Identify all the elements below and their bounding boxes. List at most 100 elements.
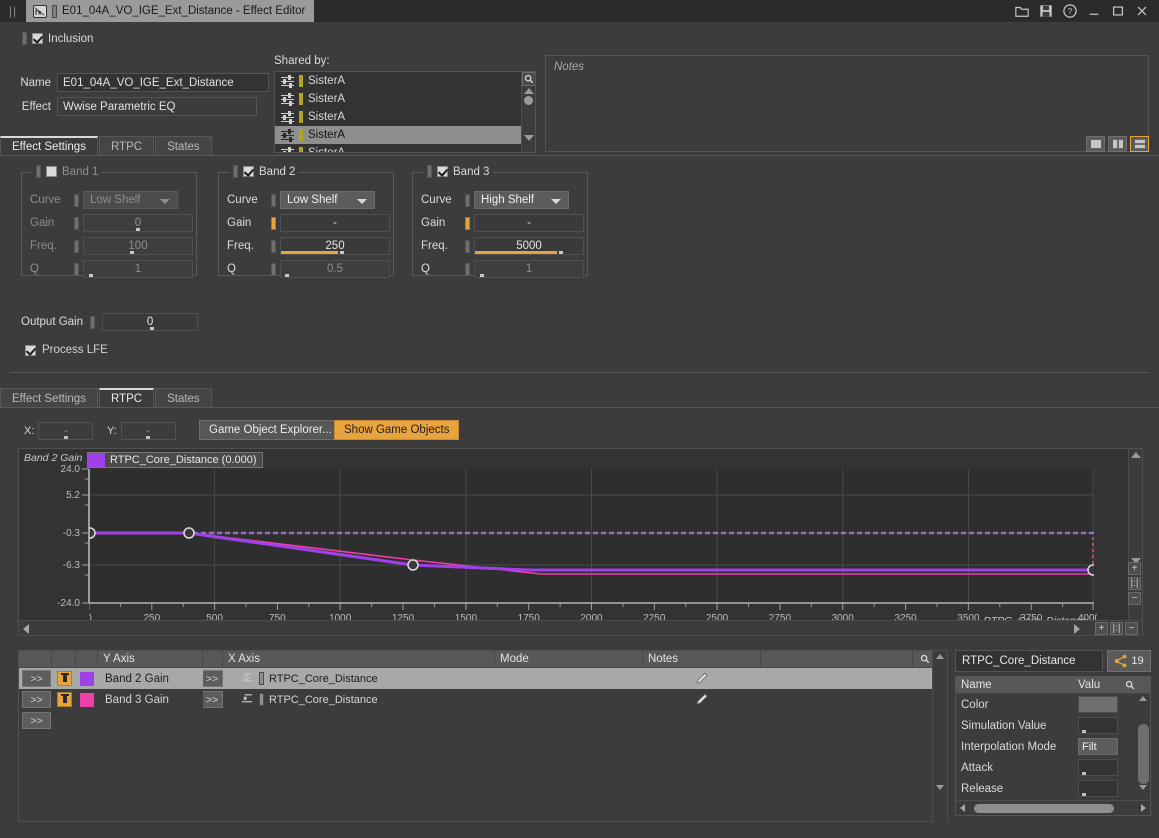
list-item[interactable]: SisterA bbox=[275, 72, 535, 90]
scrollbar-thumb[interactable] bbox=[1138, 724, 1149, 784]
curve-color-swatch[interactable] bbox=[80, 671, 94, 686]
rtpc-graph[interactable]: Band 2 Gain RTPC_Core_Distance (0.000) 2… bbox=[18, 448, 1143, 635]
show-game-objects-button[interactable]: Show Game Objects bbox=[334, 420, 460, 440]
property-slider-value[interactable] bbox=[1078, 759, 1118, 776]
table-row[interactable]: >> bbox=[19, 710, 947, 731]
layout-vertical-split-button[interactable] bbox=[1108, 136, 1127, 152]
scroll-left-arrow[interactable] bbox=[23, 624, 29, 634]
band-1-gain-input[interactable]: 0 bbox=[83, 214, 193, 232]
property-row[interactable]: Attack bbox=[956, 757, 1150, 778]
band-3-rtpc-indicator[interactable] bbox=[427, 165, 432, 178]
save-icon[interactable] bbox=[1039, 4, 1053, 18]
property-slider-value[interactable] bbox=[1078, 717, 1118, 734]
scroll-right-arrow[interactable] bbox=[1074, 624, 1080, 634]
band-2-curve-select[interactable]: Low Shelf bbox=[280, 191, 375, 209]
pin-icon[interactable] bbox=[56, 671, 72, 686]
search-icon[interactable] bbox=[522, 72, 535, 86]
tab-effect-settings[interactable]: Effect Settings bbox=[0, 136, 98, 156]
process-lfe-checkbox[interactable] bbox=[25, 344, 36, 356]
table-row[interactable]: >> Band 3 Gain >> RTPC_Core_Distance bbox=[19, 689, 947, 710]
property-row[interactable]: Simulation Value bbox=[956, 715, 1150, 736]
tab-effect-settings-lower[interactable]: Effect Settings bbox=[0, 388, 98, 408]
scroll-up-arrow[interactable] bbox=[1139, 696, 1147, 701]
band-2-freq-rtpc-indicator[interactable] bbox=[271, 239, 276, 253]
property-grid-horizontal-scrollbar[interactable] bbox=[956, 800, 1150, 815]
graph-plot-area[interactable] bbox=[89, 469, 1094, 603]
open-icon[interactable] bbox=[1015, 4, 1029, 18]
band-1-gain-rtpc-indicator[interactable] bbox=[74, 216, 79, 230]
document-tab[interactable]: fx E01_04A_VO_IGE_Ext_Distance - Effect … bbox=[26, 0, 315, 22]
property-row[interactable]: Release bbox=[956, 778, 1150, 799]
band-2-gain-rtpc-indicator[interactable] bbox=[271, 216, 276, 230]
inclusion-rtpc-indicator[interactable] bbox=[22, 32, 27, 45]
property-row[interactable]: Interpolation Mode Filt bbox=[956, 736, 1150, 757]
graph-vertical-scrollbar[interactable] bbox=[1128, 449, 1142, 635]
scroll-down-arrow[interactable] bbox=[1139, 785, 1147, 790]
tab-rtpc-lower[interactable]: RTPC bbox=[98, 388, 155, 408]
band-3-gain-input[interactable]: - bbox=[474, 214, 584, 232]
hzoom-out-button[interactable]: − bbox=[1125, 622, 1138, 635]
scroll-up-arrow[interactable] bbox=[523, 88, 534, 94]
band-3-q-rtpc-indicator[interactable] bbox=[465, 262, 470, 276]
zoom-out-button[interactable]: − bbox=[1128, 592, 1141, 605]
share-count-button[interactable]: 19 bbox=[1107, 650, 1151, 672]
y-coordinate-field[interactable]: - bbox=[120, 422, 176, 440]
scroll-up-arrow[interactable] bbox=[1130, 452, 1141, 458]
band-3-freq-rtpc-indicator[interactable] bbox=[465, 239, 470, 253]
rtpc-name-field[interactable]: RTPC_Core_Distance bbox=[955, 650, 1103, 672]
band-3-curve-rtpc-indicator[interactable] bbox=[465, 193, 470, 207]
band-1-freq-rtpc-indicator[interactable] bbox=[74, 239, 79, 253]
band-3-curve-select[interactable]: High Shelf bbox=[474, 191, 569, 209]
tab-rtpc[interactable]: RTPC bbox=[98, 136, 155, 156]
help-icon[interactable]: ? bbox=[1063, 4, 1077, 18]
band-2-q-input[interactable]: 0.5 bbox=[280, 260, 390, 278]
tab-states-lower[interactable]: States bbox=[155, 388, 212, 408]
band-1-q-rtpc-indicator[interactable] bbox=[74, 262, 79, 276]
band-3-checkbox[interactable] bbox=[437, 166, 448, 177]
close-icon[interactable] bbox=[1135, 4, 1149, 18]
row-x-goto-button[interactable]: >> bbox=[203, 670, 223, 687]
row-x-goto-button[interactable]: >> bbox=[203, 691, 223, 708]
output-gain-input[interactable]: 0 bbox=[102, 313, 199, 331]
layout-horizontal-split-button[interactable] bbox=[1130, 136, 1149, 152]
scroll-down-arrow[interactable] bbox=[936, 785, 944, 790]
band-2-freq-input[interactable]: 250 bbox=[280, 237, 390, 255]
band-2-checkbox[interactable] bbox=[243, 166, 254, 177]
band-1-q-input[interactable]: 1 bbox=[83, 260, 193, 278]
scroll-left-arrow[interactable] bbox=[960, 804, 965, 812]
scroll-right-arrow[interactable] bbox=[1141, 804, 1146, 812]
pin-icon[interactable] bbox=[56, 692, 72, 707]
property-grid-vertical-scrollbar[interactable] bbox=[1136, 694, 1150, 800]
table-search-icon[interactable] bbox=[913, 651, 932, 667]
zoom-fit-button[interactable]: |:| bbox=[1128, 577, 1141, 590]
band-2-q-rtpc-indicator[interactable] bbox=[271, 262, 276, 276]
hzoom-in-button[interactable]: + bbox=[1095, 622, 1108, 635]
graph-horizontal-scrollbar[interactable]: + |:| − bbox=[18, 620, 1143, 636]
band-3-freq-input[interactable]: 5000 bbox=[474, 237, 584, 255]
window-grip-icon[interactable]: || bbox=[0, 0, 26, 22]
minimize-icon[interactable] bbox=[1087, 4, 1101, 18]
row-mode[interactable] bbox=[495, 689, 643, 710]
band-3-q-input[interactable]: 1 bbox=[474, 260, 584, 278]
game-object-explorer-button[interactable]: Game Object Explorer... bbox=[199, 420, 342, 440]
property-color-value[interactable] bbox=[1078, 696, 1118, 713]
x-coordinate-field[interactable]: - bbox=[38, 422, 94, 440]
row-goto-button[interactable]: >> bbox=[22, 712, 51, 729]
band-3-gain-rtpc-indicator[interactable] bbox=[465, 216, 470, 230]
band-1-curve-select[interactable]: Low Shelf bbox=[83, 191, 178, 209]
band-1-checkbox[interactable] bbox=[46, 166, 57, 177]
effect-type-field[interactable]: Wwise Parametric EQ bbox=[57, 97, 257, 116]
pencil-icon[interactable] bbox=[695, 692, 710, 707]
inclusion-checkbox[interactable] bbox=[32, 33, 43, 44]
curve-color-swatch[interactable] bbox=[80, 692, 94, 707]
maximize-icon[interactable] bbox=[1111, 4, 1125, 18]
row-goto-button[interactable]: >> bbox=[22, 691, 51, 708]
hzoom-fit-button[interactable]: |:| bbox=[1110, 622, 1123, 635]
band-1-rtpc-indicator[interactable] bbox=[36, 165, 41, 178]
band-2-curve-rtpc-indicator[interactable] bbox=[271, 193, 276, 207]
output-gain-rtpc-indicator[interactable] bbox=[90, 315, 96, 329]
name-input[interactable]: E01_04A_VO_IGE_Ext_Distance bbox=[57, 73, 269, 92]
property-slider-value[interactable] bbox=[1078, 780, 1118, 797]
layout-single-button[interactable] bbox=[1086, 136, 1105, 152]
graph-legend[interactable]: RTPC_Core_Distance (0.000) bbox=[87, 452, 263, 468]
